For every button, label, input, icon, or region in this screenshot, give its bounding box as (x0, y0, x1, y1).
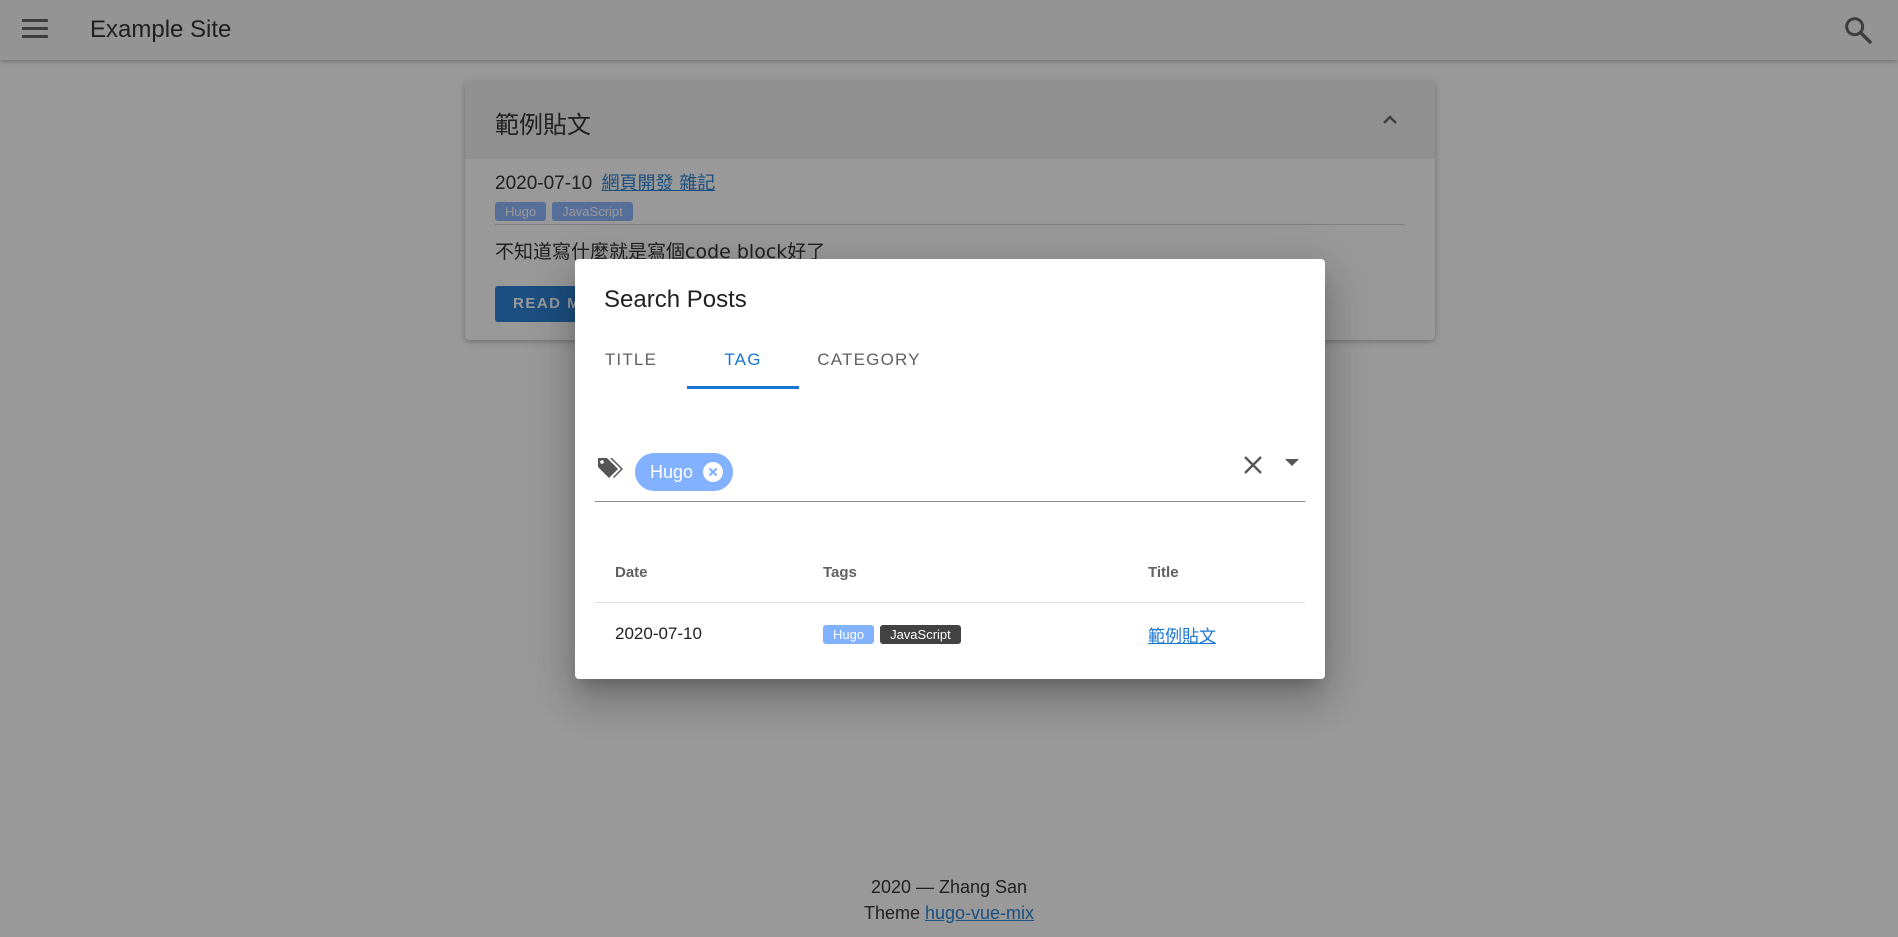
selected-tag-chip[interactable]: Hugo (635, 453, 734, 491)
table-row: 2020-07-10 Hugo JavaScript 範例貼文 (595, 603, 1305, 666)
row-tag-chip[interactable]: JavaScript (880, 624, 961, 644)
tag-select-field[interactable]: Hugo (595, 445, 1305, 502)
selected-tag-label: Hugo (650, 461, 694, 482)
dropdown-arrow-icon[interactable] (1285, 459, 1299, 466)
tab-tag[interactable]: TAG (687, 337, 799, 393)
tags-icon (598, 458, 623, 478)
tab-title[interactable]: TITLE (575, 337, 687, 393)
column-header-title[interactable]: Title (1128, 542, 1305, 603)
row-title-link[interactable]: 範例貼文 (1148, 627, 1216, 647)
table-header-row: Date Tags Title (595, 542, 1305, 603)
chip-close-icon[interactable] (703, 462, 724, 482)
results-table: Date Tags Title 2020-07-10 Hugo JavaScri… (595, 542, 1305, 665)
row-tag-chip[interactable]: Hugo (823, 624, 875, 644)
search-dialog: Search Posts TITLE TAG CATEGORY Hugo Dat… (575, 259, 1325, 679)
search-tabs: TITLE TAG CATEGORY (575, 337, 939, 393)
column-header-date[interactable]: Date (595, 542, 803, 603)
row-tags: Hugo JavaScript (803, 603, 1128, 666)
dialog-title: Search Posts (604, 286, 747, 313)
row-title: 範例貼文 (1128, 603, 1305, 666)
column-header-tags[interactable]: Tags (803, 542, 1128, 603)
tab-category[interactable]: CATEGORY (799, 337, 939, 393)
clear-icon[interactable] (1241, 453, 1265, 477)
row-date: 2020-07-10 (615, 624, 702, 643)
